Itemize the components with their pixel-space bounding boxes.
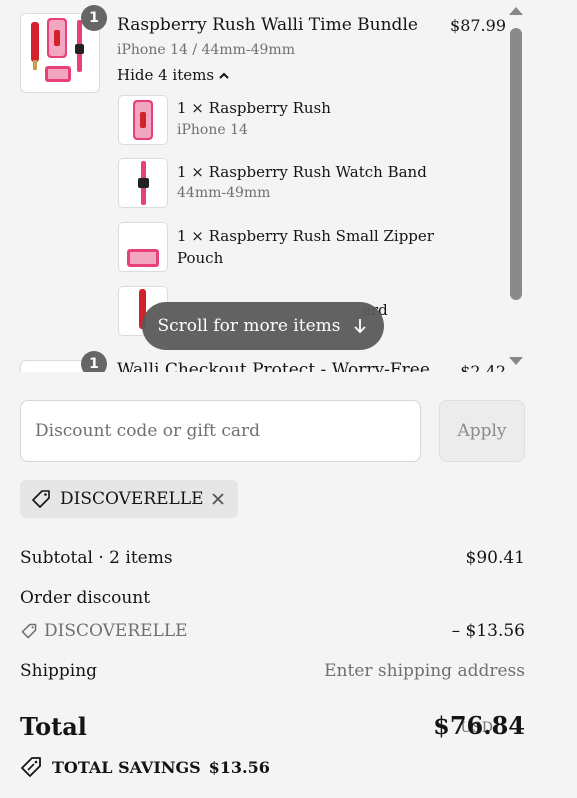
scroll-down-arrow-icon[interactable] xyxy=(509,357,523,365)
bundle-item-title: 1 × Raspberry Rush Small Zipper Pouch xyxy=(177,227,434,267)
scrollbar-thumb[interactable] xyxy=(510,28,522,300)
tag-icon xyxy=(21,623,37,639)
shipping-value: Enter shipping address xyxy=(324,661,525,681)
chevron-up-icon xyxy=(219,72,229,79)
scroll-hint-label: Scroll for more items xyxy=(157,316,341,336)
arrow-down-icon xyxy=(354,319,367,334)
bundle-item-variant: 44mm-49mm xyxy=(177,185,271,201)
product-variant: iPhone 14 / 44mm-49mm xyxy=(117,42,295,58)
bundle-item-title: 1 × Raspberry Rush Watch Band xyxy=(177,163,427,181)
quantity-badge: 1 xyxy=(81,5,107,31)
total-amount: $76.84 xyxy=(433,711,525,740)
product-title: Walli Checkout Protect - Worry-Free xyxy=(117,360,430,372)
bundle-item-thumbnail xyxy=(118,158,168,208)
discount-value: – $13.56 xyxy=(451,621,525,641)
bundle-item-title: 1 × Raspberry Rush xyxy=(177,99,331,117)
subtotal-row: Subtotal · 2 items $90.41 xyxy=(20,548,525,568)
hide-items-toggle[interactable]: Hide 4 items xyxy=(117,66,230,84)
remove-discount-close-icon[interactable] xyxy=(210,491,226,507)
tag-icon xyxy=(30,488,52,510)
product-title: Raspberry Rush Walli Time Bundle xyxy=(117,15,418,35)
total-savings-row: TOTAL SAVINGS $13.56 xyxy=(20,756,270,778)
zipper-pouch-image xyxy=(127,249,159,267)
discount-code-input[interactable] xyxy=(20,400,421,462)
savings-value: $13.56 xyxy=(208,757,270,777)
savings-label: TOTAL SAVINGS xyxy=(52,757,201,777)
scroll-for-more-button[interactable]: Scroll for more items xyxy=(142,302,384,350)
summary-discount-code: DISCOVERELLE xyxy=(44,621,188,641)
bundle-item-thumbnail xyxy=(118,222,168,272)
shipping-label: Shipping xyxy=(20,661,98,681)
discount-code-row: DISCOVERELLE – $13.56 xyxy=(20,621,525,645)
total-label: Total xyxy=(20,712,87,741)
applied-discount-chip: DISCOVERELLE xyxy=(20,480,238,518)
applied-discount-code: DISCOVERELLE xyxy=(60,489,204,509)
quantity-badge: 1 xyxy=(81,351,107,372)
shipping-row: Shipping Enter shipping address xyxy=(20,661,525,681)
subtotal-value: $90.41 xyxy=(465,548,525,568)
bundle-item-variant: iPhone 14 xyxy=(177,122,248,138)
order-discount-label: Order discount xyxy=(20,588,151,608)
scroll-up-arrow-icon[interactable] xyxy=(509,7,523,15)
order-discount-row: Order discount xyxy=(20,588,525,608)
watch-band-image xyxy=(138,161,149,205)
subtotal-label: Subtotal · 2 items xyxy=(20,548,173,568)
product-price: $87.99 xyxy=(450,16,506,35)
bundle-item-thumbnail xyxy=(118,95,168,145)
items-scrollbar[interactable] xyxy=(506,5,526,370)
product-price: $2.42 xyxy=(460,362,506,372)
hide-items-label: Hide 4 items xyxy=(117,66,215,84)
apply-discount-button[interactable]: Apply xyxy=(439,400,525,462)
savings-tag-icon xyxy=(21,757,41,777)
phone-case-image xyxy=(133,100,153,140)
